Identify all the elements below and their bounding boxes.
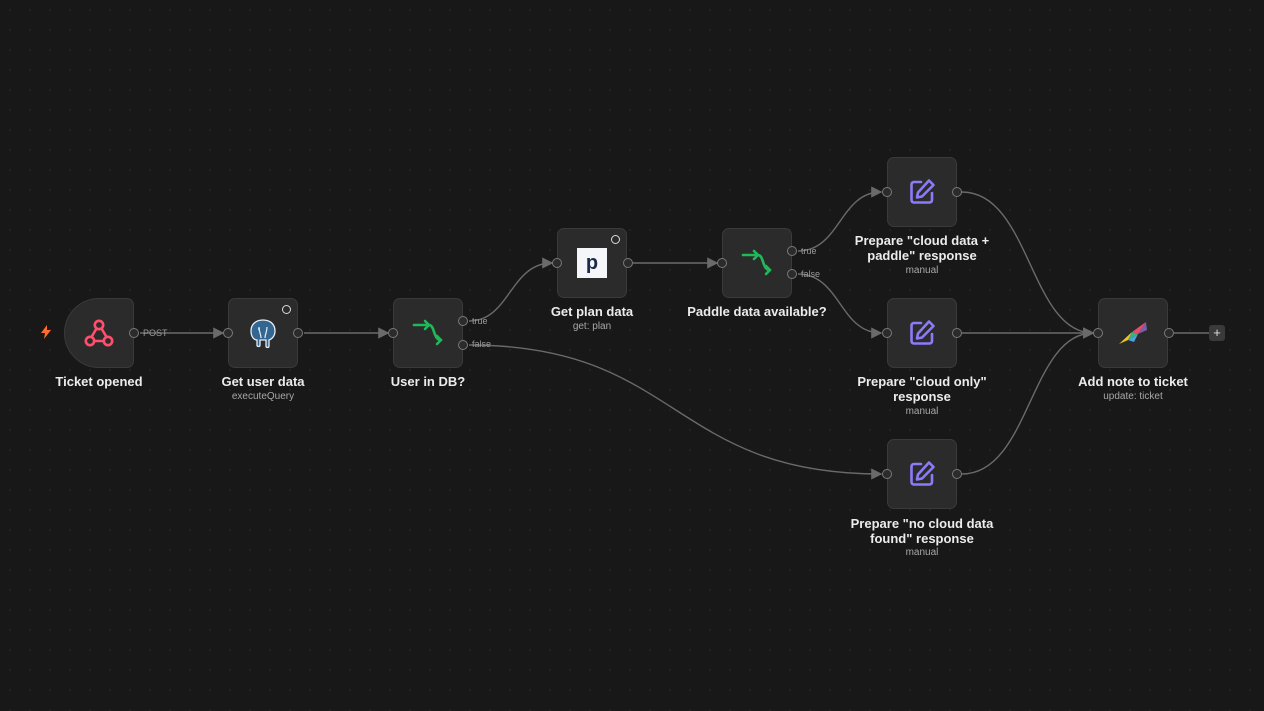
node-prepare-no-cloud-input-handle[interactable] [882,469,892,479]
node-get-user-data-input-handle[interactable] [223,328,233,338]
edit-pencil-icon [910,461,935,486]
node-prepare-cloud-only[interactable] [887,298,957,368]
node-user-in-db-true-handle[interactable] [458,316,468,326]
node-prepare-no-cloud-subtitle: manual [905,547,939,558]
node-add-note-to-ticket-subtitle: update: ticket [1103,391,1163,402]
paddle-logo-letter: P [585,251,599,274]
webhook-icon [84,319,114,347]
edge-userindb-false-to-nocloud [468,344,883,480]
sync-icon [611,235,620,244]
if-branch-icon [412,319,443,346]
if-branch-icon [741,249,772,276]
node-get-plan-data-input-handle[interactable] [552,258,562,268]
node-prepare-no-cloud-label: Prepare "no cloud data found" response [850,516,994,546]
node-prepare-cloud-paddle-output-handle[interactable] [952,187,962,197]
edge-label-false: false [801,269,821,279]
node-prepare-no-cloud-output-handle[interactable] [952,469,962,479]
node-get-plan-data-output-handle[interactable] [623,258,633,268]
node-prepare-cloud-only-subtitle: manual [905,406,939,417]
node-paddle-data-available-input-handle[interactable] [717,258,727,268]
trigger-bolt-icon [41,325,51,339]
node-prepare-cloud-paddle-subtitle: manual [905,265,939,276]
node-prepare-cloud-paddle[interactable] [887,157,957,227]
node-prepare-cloud-only-input-handle[interactable] [882,328,892,338]
node-user-in-db-input-handle[interactable] [388,328,398,338]
node-paddle-data-available-true-handle[interactable] [787,246,797,256]
node-get-user-data-output-handle[interactable] [293,328,303,338]
node-get-user-data[interactable] [228,298,298,368]
node-paddle-data-available-false-handle[interactable] [787,269,797,279]
edge-label-false: false [472,339,492,349]
edit-pencil-icon [910,320,935,345]
node-prepare-cloud-only-output-handle[interactable] [952,328,962,338]
node-add-note-to-ticket-input-handle[interactable] [1093,328,1103,338]
node-get-user-data-subtitle: executeQuery [231,391,295,402]
node-user-in-db-false-handle[interactable] [458,340,468,350]
node-paddle-data-available[interactable] [722,228,792,298]
add-node-button[interactable]: + [1209,325,1225,341]
edge-label-true: true [801,246,817,256]
node-get-plan-data-subtitle: get: plan [572,321,612,332]
node-ticket-opened-label: Ticket opened [55,374,143,389]
node-get-user-data-label: Get user data [221,374,305,389]
node-paddle-data-available-label: Paddle data available? [687,304,827,319]
node-get-plan-data-label: Get plan data [550,304,634,319]
edge-label-post: POST [143,328,168,338]
node-add-note-to-ticket[interactable] [1098,298,1168,368]
node-user-in-db-label: User in DB? [390,374,466,389]
node-ticket-opened[interactable] [64,298,134,368]
paddle-logo-icon: P [577,248,607,278]
edge-label-true: true [472,316,488,326]
edit-pencil-icon [910,179,935,204]
postgres-elephant-icon [250,319,276,349]
node-prepare-cloud-paddle-input-handle[interactable] [882,187,892,197]
bird-logo-icon [1119,322,1147,344]
sync-icon [282,305,291,314]
node-prepare-cloud-only-label: Prepare "cloud only" response [857,374,987,404]
node-prepare-no-cloud[interactable] [887,439,957,509]
node-add-note-to-ticket-output-handle[interactable] [1164,328,1174,338]
node-ticket-opened-output-handle[interactable] [129,328,139,338]
connection-lines [140,186,1209,480]
node-user-in-db[interactable] [393,298,463,368]
node-get-plan-data[interactable]: P [557,228,627,298]
node-prepare-cloud-paddle-label: Prepare "cloud data + paddle" response [854,233,990,263]
node-add-note-to-ticket-label: Add note to ticket [1078,374,1188,389]
